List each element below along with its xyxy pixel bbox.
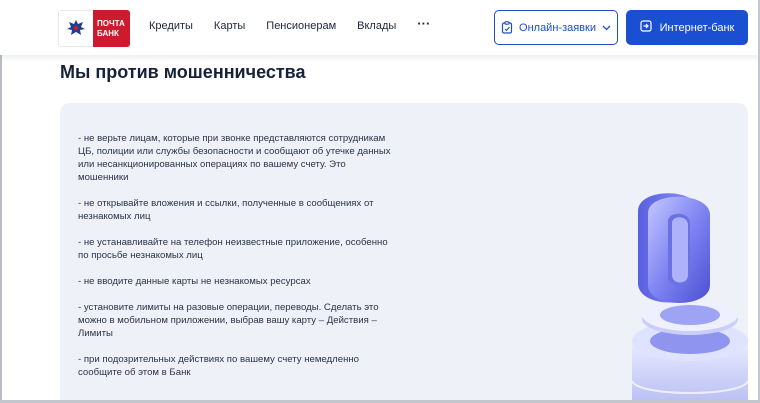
login-icon — [640, 20, 652, 35]
tip-item: - не открывайте вложения и ссылки, получ… — [78, 198, 374, 222]
clipboard-icon — [501, 21, 513, 34]
pochta-bank-logo[interactable]: ПОЧТА БАНК — [58, 10, 130, 47]
tip-item: - установите лимиты на разовые операции,… — [78, 302, 379, 339]
tip-item: - не устанавливайте на телефон неизвестн… — [78, 237, 388, 261]
logo-line1: ПОЧТА — [97, 18, 125, 28]
site-header: ПОЧТА БАНК Кредиты Карты Пенсионерам Вкл… — [0, 0, 760, 55]
tip-item: - не верьте лицам, которые при звонке пр… — [78, 133, 391, 183]
internet-bank-label: Интернет-банк — [659, 21, 735, 34]
logo-wordmark: ПОЧТА БАНК — [93, 10, 130, 47]
online-applications-label: Онлайн-заявки — [519, 21, 596, 34]
nav-item-credits[interactable]: Кредиты — [149, 20, 193, 32]
nav-item-pensioners[interactable]: Пенсионерам — [266, 20, 336, 32]
internet-bank-button[interactable]: Интернет-банк — [626, 10, 748, 45]
chevron-down-icon — [602, 25, 611, 31]
zero-3d-illustration — [578, 191, 749, 403]
online-applications-button[interactable]: Онлайн-заявки — [494, 10, 618, 45]
logo-line2: БАНК — [97, 28, 119, 38]
main-nav: Кредиты Карты Пенсионерам Вклады ··· — [149, 17, 430, 32]
page-title: Мы против мошенничества — [60, 62, 306, 82]
eagle-emblem-icon — [58, 10, 93, 47]
nav-item-deposits[interactable]: Вклады — [357, 20, 396, 32]
window-left-border — [0, 0, 2, 403]
tip-item: - не вводите данные карты не незнакомых … — [78, 276, 311, 287]
fraud-tips-card: - не верьте лицам, которые при звонке пр… — [60, 103, 749, 403]
more-menu-icon[interactable]: ··· — [417, 17, 430, 30]
tip-item: - при подозрительных действиях по вашему… — [78, 354, 360, 378]
nav-item-cards[interactable]: Карты — [214, 20, 245, 32]
tips-list: - не верьте лицам, которые при звонке пр… — [78, 132, 398, 392]
